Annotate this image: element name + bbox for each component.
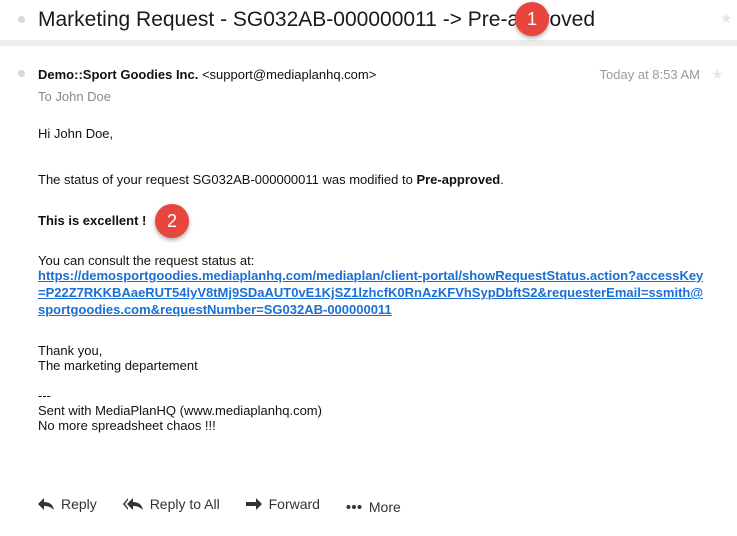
unread-dot-icon xyxy=(18,16,25,23)
message-actions: Reply Reply to All Forward More xyxy=(38,496,423,515)
greeting: Hi John Doe, xyxy=(38,126,114,141)
recipient-name[interactable]: John Doe xyxy=(55,89,111,104)
request-status-link[interactable]: https://demosportgoodies.mediaplanhq.com… xyxy=(38,267,708,318)
more-label: More xyxy=(368,499,401,515)
reply-all-button[interactable]: Reply to All xyxy=(122,496,220,512)
excellent-line: This is excellent ! xyxy=(38,213,147,228)
sender-email[interactable]: <support@mediaplanhq.com> xyxy=(202,67,376,82)
subject-bar: Marketing Request - SG032AB-000000011 ->… xyxy=(0,0,737,46)
timestamp: Today at 8:53 AM xyxy=(599,67,700,82)
reply-all-label: Reply to All xyxy=(149,496,220,512)
to-line: To John Doe xyxy=(38,89,111,104)
thanks-line: Thank you, xyxy=(38,343,103,358)
status-value: Pre-approved xyxy=(416,172,501,187)
star-icon[interactable]: ★ xyxy=(720,10,733,27)
reply-arrow-icon xyxy=(38,498,54,510)
status-line: The status of your request SG032AB-00000… xyxy=(38,172,504,187)
annotation-badge-1: 1 xyxy=(515,2,549,36)
from-line: Demo::Sport Goodies Inc. <support@mediap… xyxy=(38,67,376,82)
reply-button[interactable]: Reply xyxy=(38,496,97,512)
status-prefix: The status of your request SG032AB-00000… xyxy=(38,172,417,187)
signature-line: The marketing departement xyxy=(38,358,198,373)
email-subject: Marketing Request - SG032AB-000000011 ->… xyxy=(38,8,596,31)
tagline: No more spreadsheet chaos !!! xyxy=(38,418,216,433)
consult-line: You can consult the request status at: xyxy=(38,253,255,268)
message-star-icon[interactable]: ★ xyxy=(711,66,724,83)
forward-label: Forward xyxy=(268,496,320,512)
more-button[interactable]: More xyxy=(346,499,401,515)
message-dot-icon xyxy=(18,70,25,77)
status-suffix: . xyxy=(500,172,504,187)
more-dots-icon xyxy=(346,505,362,509)
annotation-badge-2: 2 xyxy=(155,204,189,238)
signature-separator: --- xyxy=(38,388,51,403)
to-label: To xyxy=(38,89,52,104)
reply-all-arrow-icon xyxy=(122,498,143,510)
forward-arrow-icon xyxy=(245,498,262,510)
reply-label: Reply xyxy=(61,496,97,512)
sent-with-line: Sent with MediaPlanHQ (www.mediaplanhq.c… xyxy=(38,403,322,418)
sender-name[interactable]: Demo::Sport Goodies Inc. xyxy=(38,67,198,82)
forward-button[interactable]: Forward xyxy=(245,496,320,512)
